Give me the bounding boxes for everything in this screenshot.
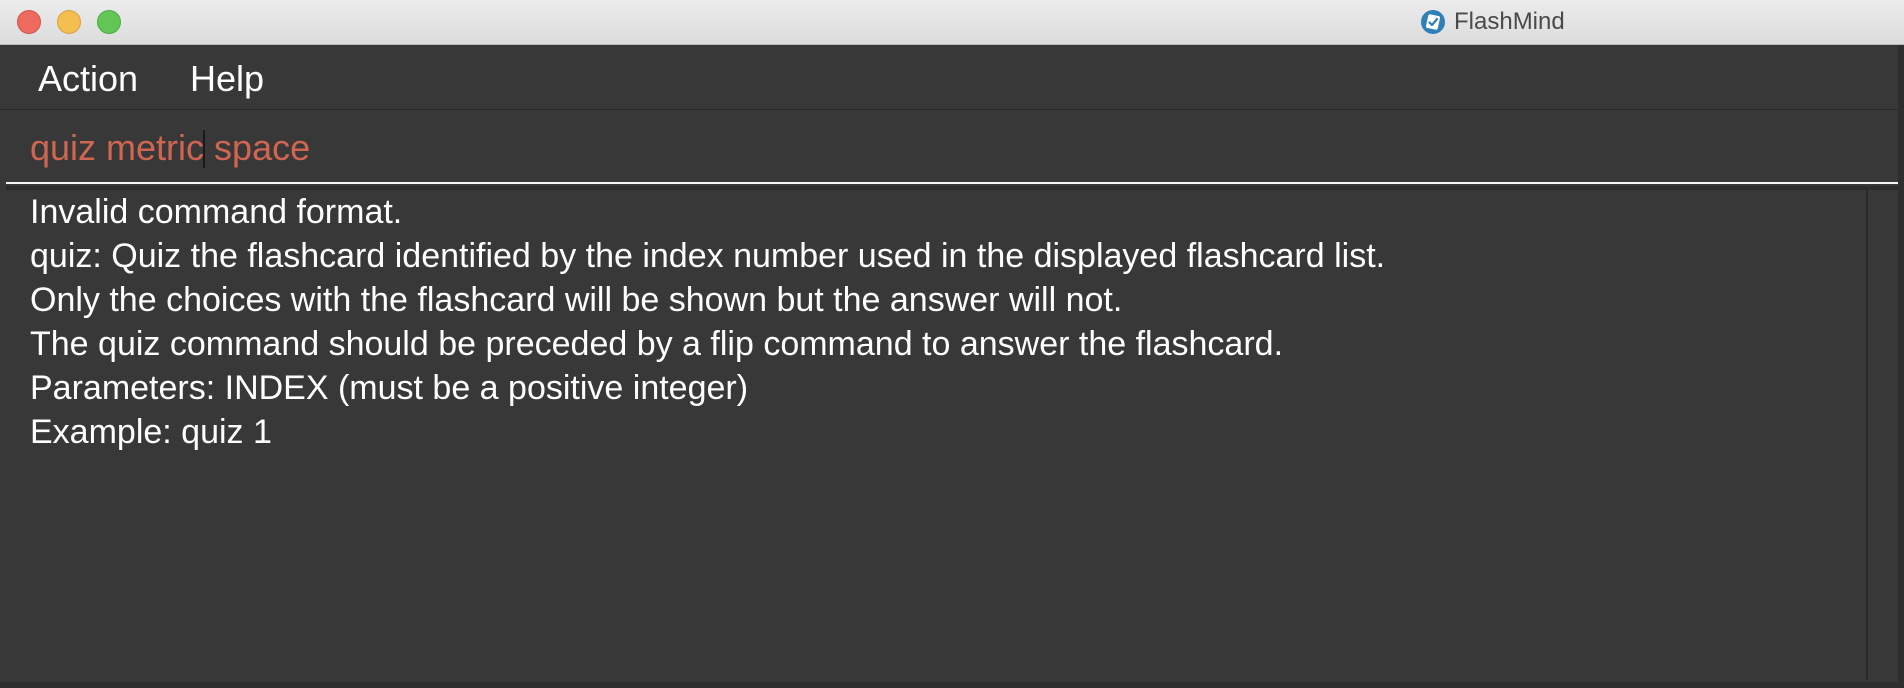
app-window: FlashMind Action Help quiz metric space … bbox=[0, 0, 1904, 688]
command-box[interactable]: quiz metric space bbox=[6, 112, 1898, 184]
menu-action[interactable]: Action bbox=[38, 59, 138, 99]
zoom-window-button[interactable] bbox=[97, 10, 121, 34]
window-title: FlashMind bbox=[1454, 8, 1565, 35]
result-line: Example: quiz 1 bbox=[30, 413, 272, 451]
result-line: Parameters: INDEX (must be a positive in… bbox=[30, 369, 749, 407]
result-line: Only the choices with the flashcard will… bbox=[30, 281, 1123, 319]
window-right-edge bbox=[1898, 45, 1904, 688]
command-input[interactable]: quiz metric space bbox=[30, 128, 310, 168]
window-bottom-edge bbox=[0, 682, 1904, 688]
window-title-group: FlashMind bbox=[1420, 8, 1565, 35]
result-line: quiz: Quiz the flashcard identified by t… bbox=[30, 237, 1386, 275]
minimize-window-button[interactable] bbox=[57, 10, 81, 34]
close-window-button[interactable] bbox=[17, 10, 41, 34]
title-bar[interactable]: FlashMind bbox=[0, 0, 1904, 45]
command-text-before-caret: quiz metric bbox=[30, 127, 205, 168]
command-text-after-caret: space bbox=[204, 127, 311, 168]
menu-bar: Action Help bbox=[0, 45, 1904, 110]
result-line: Invalid command format. bbox=[30, 193, 403, 231]
menu-help[interactable]: Help bbox=[190, 59, 264, 99]
flashmind-app-icon bbox=[1421, 10, 1445, 34]
result-display[interactable]: Invalid command format. quiz: Quiz the f… bbox=[6, 190, 1868, 680]
result-line: The quiz command should be preceded by a… bbox=[30, 325, 1284, 363]
